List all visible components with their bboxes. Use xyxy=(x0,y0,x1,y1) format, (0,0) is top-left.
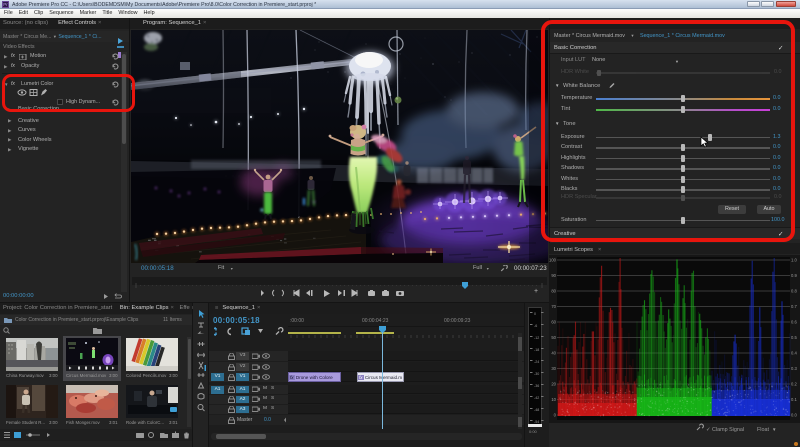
svg-text:-12: -12 xyxy=(534,336,539,340)
svg-text:10: 10 xyxy=(551,397,556,402)
svg-text:-30: -30 xyxy=(534,372,539,376)
svg-text:40: 40 xyxy=(551,351,556,356)
svg-text:0.3: 0.3 xyxy=(791,366,797,371)
svg-text:0.4: 0.4 xyxy=(791,351,797,356)
svg-text:-6: -6 xyxy=(534,324,537,328)
svg-text:-48: -48 xyxy=(534,408,539,412)
svg-text:70: 70 xyxy=(551,304,556,309)
svg-text:0.6: 0.6 xyxy=(791,320,797,325)
svg-text:1.0: 1.0 xyxy=(791,258,797,263)
svg-text:0.9: 0.9 xyxy=(791,273,797,278)
svg-text:▼: ▼ xyxy=(772,427,776,432)
svg-text:✓ Clamp Signal: ✓ Clamp Signal xyxy=(706,427,744,433)
svg-text:100: 100 xyxy=(549,258,557,263)
svg-text:0.0: 0.0 xyxy=(791,413,797,418)
svg-text:20: 20 xyxy=(551,382,556,387)
svg-text:-18: -18 xyxy=(534,348,539,352)
svg-text:-42: -42 xyxy=(534,396,539,400)
svg-text:0.8: 0.8 xyxy=(791,289,797,294)
svg-text:-24: -24 xyxy=(534,360,539,364)
svg-text:0.1: 0.1 xyxy=(791,397,797,402)
svg-text:0.2: 0.2 xyxy=(791,382,797,387)
svg-text:50: 50 xyxy=(551,335,556,340)
svg-text:Lumetri Scopes: Lumetri Scopes xyxy=(554,247,593,253)
svg-text:90: 90 xyxy=(551,273,556,278)
svg-text:0.7: 0.7 xyxy=(791,304,797,309)
svg-text:30: 30 xyxy=(551,366,556,371)
svg-text:60: 60 xyxy=(551,320,556,325)
svg-text:0: 0 xyxy=(534,312,536,316)
svg-text:Float: Float xyxy=(757,427,769,433)
svg-text:0.5: 0.5 xyxy=(791,335,797,340)
svg-text:×: × xyxy=(598,247,601,253)
svg-text:-36: -36 xyxy=(534,384,539,388)
svg-text:80: 80 xyxy=(551,289,556,294)
